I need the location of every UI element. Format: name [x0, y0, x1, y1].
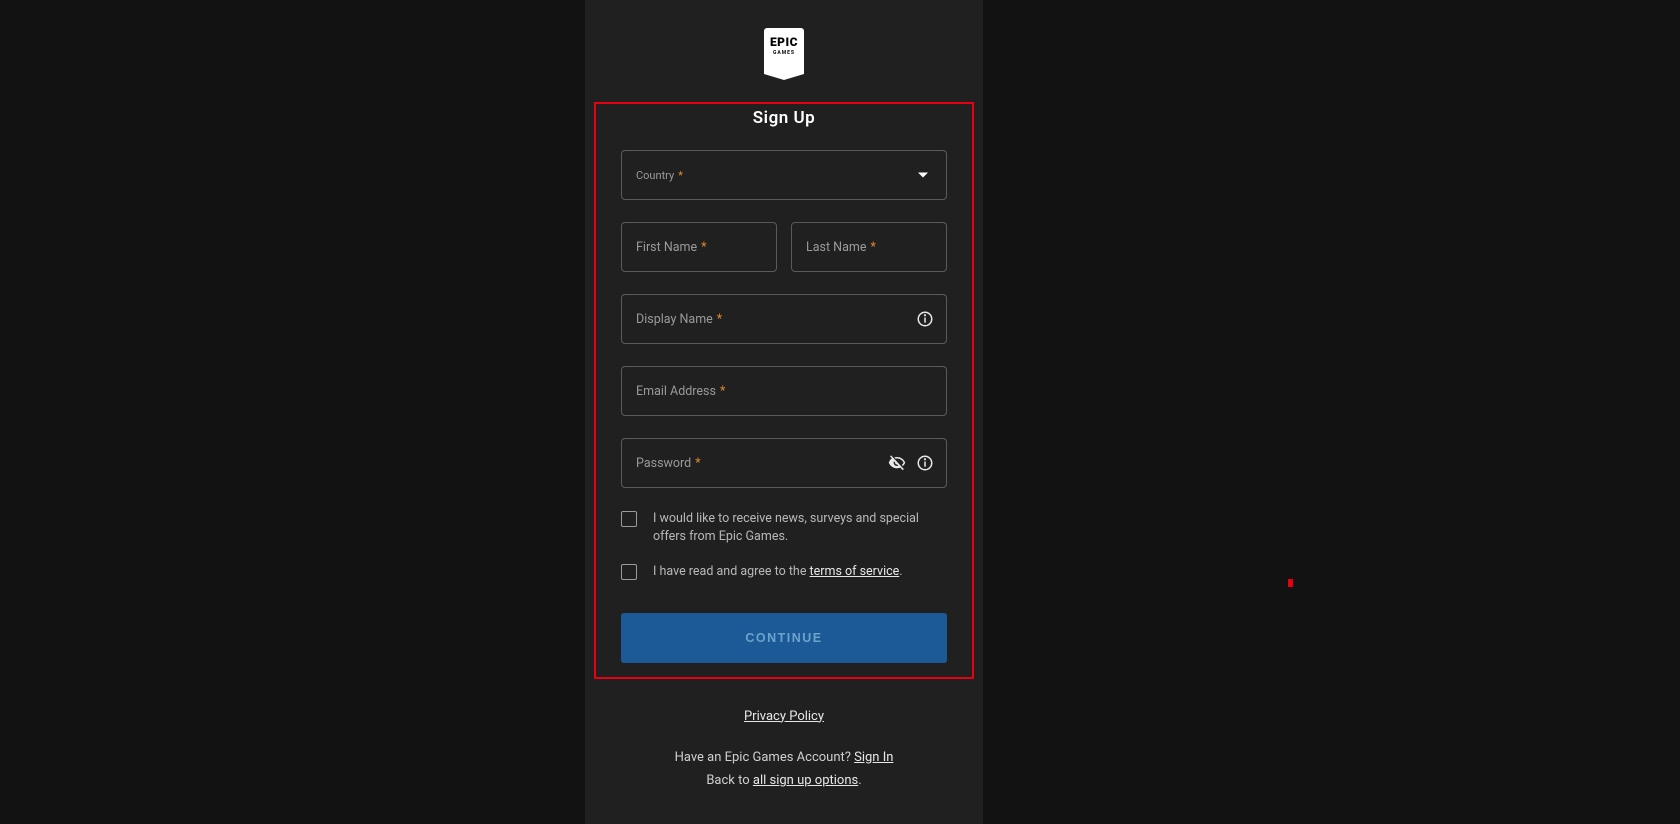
country-label: Country: [636, 169, 674, 182]
required-indicator: *: [695, 456, 700, 471]
back-to-line: Back to all sign up options.: [585, 769, 983, 792]
newsletter-label: I would like to receive news, surveys an…: [653, 510, 947, 545]
period: .: [858, 773, 861, 788]
info-icon[interactable]: [916, 310, 934, 328]
logo-text-sub: GAMES: [764, 50, 804, 56]
country-select[interactable]: Country *: [621, 150, 947, 200]
required-indicator: *: [717, 312, 722, 327]
continue-button[interactable]: CONTINUE: [621, 613, 947, 663]
have-account-line: Have an Epic Games Account? Sign In: [585, 746, 983, 769]
tos-link[interactable]: terms of service: [810, 564, 900, 579]
footer-links: Privacy Policy Have an Epic Games Accoun…: [585, 705, 983, 793]
first-name-field[interactable]: First Name *: [621, 222, 777, 272]
eye-off-icon[interactable]: [888, 454, 906, 472]
sign-in-link[interactable]: Sign In: [854, 750, 893, 765]
tos-prefix: I have read and agree to the: [653, 564, 810, 579]
red-marker: [1288, 579, 1293, 587]
signup-panel: EPIC GAMES Sign Up Country * First Name …: [585, 0, 983, 824]
chevron-down-icon: [918, 173, 928, 178]
tos-label: I have read and agree to the terms of se…: [653, 563, 903, 581]
tos-checkbox-row: I have read and agree to the terms of se…: [621, 563, 947, 581]
required-indicator: *: [870, 240, 875, 255]
info-icon[interactable]: [916, 454, 934, 472]
page-title: Sign Up: [621, 108, 947, 128]
display-name-label: Display Name: [636, 312, 713, 327]
logo-container: EPIC GAMES: [585, 28, 983, 74]
all-signup-options-link[interactable]: all sign up options: [753, 773, 858, 788]
tos-checkbox[interactable]: [621, 564, 637, 580]
required-indicator: *: [720, 384, 725, 399]
name-row: First Name * Last Name *: [621, 222, 947, 272]
back-to-text: Back to: [706, 773, 753, 788]
have-account-text: Have an Epic Games Account?: [675, 750, 855, 765]
required-indicator: *: [701, 240, 706, 255]
signup-form-highlight: Sign Up Country * First Name * Last Name…: [594, 102, 974, 679]
privacy-policy-link[interactable]: Privacy Policy: [585, 705, 983, 728]
display-name-field[interactable]: Display Name *: [621, 294, 947, 344]
password-field[interactable]: Password *: [621, 438, 947, 488]
last-name-field[interactable]: Last Name *: [791, 222, 947, 272]
password-label: Password: [636, 456, 691, 471]
epic-games-logo: EPIC GAMES: [764, 28, 804, 74]
last-name-label: Last Name: [806, 240, 866, 255]
email-label: Email Address: [636, 384, 716, 399]
tos-suffix: .: [899, 564, 902, 579]
email-field[interactable]: Email Address *: [621, 366, 947, 416]
first-name-label: First Name: [636, 240, 697, 255]
logo-text-main: EPIC: [764, 36, 804, 48]
newsletter-checkbox[interactable]: [621, 511, 637, 527]
newsletter-checkbox-row: I would like to receive news, surveys an…: [621, 510, 947, 545]
required-indicator: *: [678, 169, 683, 182]
